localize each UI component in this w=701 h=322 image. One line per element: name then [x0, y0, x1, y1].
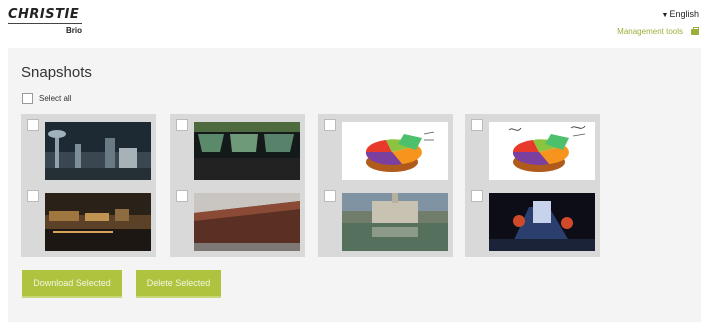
briefcase-icon: [691, 26, 699, 35]
snapshot-checkbox[interactable]: [471, 119, 483, 131]
select-all-label: Select all: [39, 94, 72, 103]
download-selected-button[interactable]: Download Selected: [22, 270, 122, 296]
logo-text: CHRISTIE: [8, 7, 80, 22]
snapshot-checkbox[interactable]: [176, 119, 188, 131]
christie-logo: CHRISTIE Brio: [8, 8, 88, 38]
snapshot-group: [170, 114, 305, 257]
snapshot-thumbnail[interactable]: [45, 122, 151, 180]
caret-down-icon: ▼: [661, 12, 669, 19]
snapshot-thumbnail[interactable]: [489, 193, 595, 251]
snapshot-thumbnail[interactable]: [45, 193, 151, 251]
snapshots-panel: Snapshots Select all Download Selected D…: [8, 48, 701, 322]
header: CHRISTIE Brio ▼English Management tools: [0, 0, 701, 46]
snapshot-thumbnail[interactable]: [194, 193, 300, 251]
language-label: English: [669, 9, 699, 19]
management-tools-label: Management tools: [617, 27, 683, 36]
logo-subtitle: Brio: [66, 26, 82, 35]
delete-selected-button[interactable]: Delete Selected: [136, 270, 221, 296]
snapshot-checkbox[interactable]: [27, 190, 39, 202]
select-all-checkbox[interactable]: [22, 93, 33, 104]
snapshot-group: [465, 114, 600, 257]
language-selector[interactable]: ▼English: [662, 9, 699, 19]
snapshot-thumbnail[interactable]: [342, 193, 448, 251]
logo-divider: [8, 23, 82, 24]
snapshot-group: [318, 114, 453, 257]
snapshot-thumbnail[interactable]: [342, 122, 448, 180]
snapshot-checkbox[interactable]: [176, 190, 188, 202]
snapshot-group: [21, 114, 156, 257]
page-title: Snapshots: [21, 64, 92, 81]
snapshot-checkbox[interactable]: [27, 119, 39, 131]
snapshot-thumbnail[interactable]: [489, 122, 595, 180]
snapshot-thumbnail[interactable]: [194, 122, 300, 180]
select-all-control[interactable]: Select all: [22, 93, 71, 104]
snapshot-checkbox[interactable]: [324, 119, 336, 131]
management-tools-link[interactable]: Management tools: [617, 26, 699, 36]
snapshot-checkbox[interactable]: [471, 190, 483, 202]
snapshot-checkbox[interactable]: [324, 190, 336, 202]
